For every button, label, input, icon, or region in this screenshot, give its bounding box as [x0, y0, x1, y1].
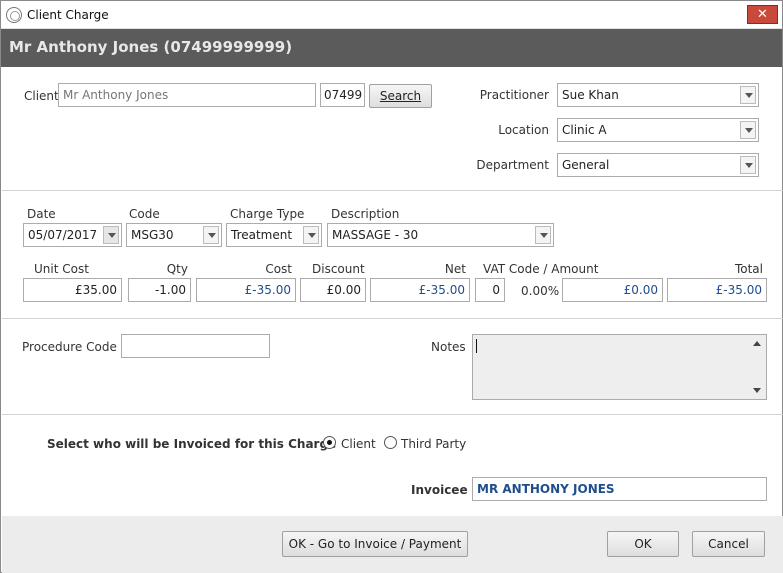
discount-field[interactable]: £0.00 [300, 278, 366, 302]
close-button[interactable]: ✕ [747, 5, 778, 24]
dialog-footer: OK - Go to Invoice / Payment OK Cancel [2, 516, 783, 573]
department-value: General [562, 158, 610, 172]
divider [2, 318, 783, 319]
chevron-down-icon[interactable] [535, 226, 551, 244]
vat-code-field[interactable]: 0 [475, 278, 505, 302]
description-value: MASSAGE - 30 [332, 228, 419, 242]
client-header-band: Mr Anthony Jones (07499999999) [1, 29, 782, 67]
code-label: Code [129, 207, 160, 221]
practitioner-label: Practitioner [479, 88, 549, 102]
location-select[interactable]: Clinic A [557, 118, 759, 142]
cancel-button[interactable]: Cancel [692, 531, 765, 557]
invoicee-label: Invoicee [411, 483, 468, 497]
code-select[interactable]: MSG30 [126, 223, 222, 247]
qty-field[interactable]: -1.00 [128, 278, 191, 302]
client-radio-label[interactable]: Client [341, 437, 376, 451]
date-value: 05/07/2017 [28, 228, 98, 242]
title-bar: Client Charge ✕ [1, 1, 782, 29]
total-label: Total [734, 262, 763, 276]
invoice-prompt: Select who will be Invoiced for this Cha… [47, 437, 337, 451]
cost-field: £-35.00 [196, 278, 296, 302]
notes-textarea[interactable] [472, 334, 767, 400]
net-field: £-35.00 [370, 278, 470, 302]
chevron-down-icon[interactable] [740, 86, 756, 104]
date-label: Date [27, 207, 56, 221]
calendar-dropdown-icon[interactable] [103, 226, 119, 244]
window-title: Client Charge [27, 8, 109, 22]
client-name-field[interactable]: Mr Anthony Jones [58, 83, 316, 107]
chevron-down-icon[interactable] [303, 226, 319, 244]
vat-label: VAT Code / Amount [483, 262, 599, 276]
location-label: Location [498, 123, 549, 137]
charge-type-label: Charge Type [230, 207, 305, 221]
practitioner-value: Sue Khan [562, 88, 619, 102]
client-charge-dialog: Client Charge ✕ Mr Anthony Jones (074999… [0, 0, 783, 573]
text-caret [476, 339, 477, 353]
qty-label: Qty [166, 262, 188, 276]
client-radio[interactable] [323, 436, 336, 449]
client-label: Client [24, 89, 59, 103]
notes-label: Notes [431, 340, 466, 354]
unit-cost-field[interactable]: £35.00 [23, 278, 122, 302]
unit-cost-label: Unit Cost [34, 262, 89, 276]
charge-type-select[interactable]: Treatment [226, 223, 322, 247]
client-header-title: Mr Anthony Jones (07499999999) [9, 38, 293, 56]
practitioner-select[interactable]: Sue Khan [557, 83, 759, 107]
chevron-down-icon[interactable] [203, 226, 219, 244]
third-party-radio-label[interactable]: Third Party [401, 437, 466, 451]
third-party-radio[interactable] [384, 436, 397, 449]
vat-rate: 0.00% [521, 284, 560, 298]
chevron-down-icon[interactable] [740, 156, 756, 174]
location-value: Clinic A [562, 123, 607, 137]
description-label: Description [331, 207, 400, 221]
charge-type-value: Treatment [231, 228, 293, 242]
vat-amount-field: £0.00 [562, 278, 663, 302]
notes-scrollbar[interactable] [749, 335, 766, 399]
divider [2, 414, 783, 415]
client-code-field[interactable]: 07499 [320, 83, 365, 107]
net-label: Net [444, 262, 466, 276]
ok-button[interactable]: OK [607, 531, 679, 557]
chevron-down-icon[interactable] [740, 121, 756, 139]
date-picker[interactable]: 05/07/2017 [23, 223, 122, 247]
scroll-down-icon[interactable] [753, 388, 761, 393]
department-select[interactable]: General [557, 153, 759, 177]
procedure-code-label: Procedure Code [22, 340, 117, 354]
procedure-code-field[interactable] [121, 334, 270, 358]
invoicee-field[interactable]: MR ANTHONY JONES [472, 477, 767, 501]
scroll-up-icon[interactable] [753, 341, 761, 346]
divider [2, 190, 783, 191]
cost-label: Cost [265, 262, 292, 276]
description-select[interactable]: MASSAGE - 30 [327, 223, 554, 247]
go-to-invoice-button[interactable]: OK - Go to Invoice / Payment [282, 531, 468, 557]
discount-label: Discount [312, 262, 365, 276]
code-value: MSG30 [131, 228, 174, 242]
search-button[interactable]: Search [369, 84, 432, 108]
total-field: £-35.00 [667, 278, 767, 302]
department-label: Department [476, 158, 549, 172]
app-logo-icon [6, 7, 22, 23]
